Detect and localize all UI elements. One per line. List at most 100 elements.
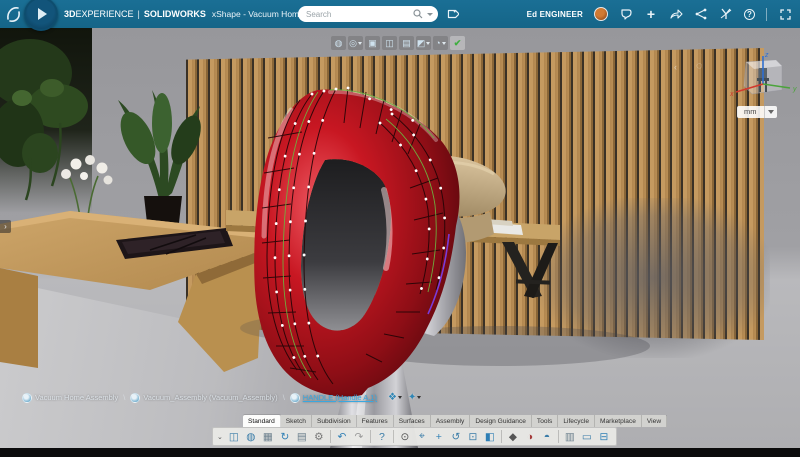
chevron-down-icon[interactable] bbox=[417, 396, 421, 399]
tab-standard[interactable]: Standard bbox=[243, 415, 281, 427]
share-icon[interactable] bbox=[669, 7, 683, 21]
navigation-breadcrumb: Vacuum Home Assembly \ Vacuum_Assembly (Va… bbox=[22, 392, 421, 403]
view-compass-icon[interactable]: ◎ bbox=[348, 36, 363, 50]
toolbar-separator bbox=[370, 430, 371, 443]
units-caret-icon[interactable] bbox=[764, 106, 777, 118]
chevron-down-icon[interactable] bbox=[442, 42, 446, 45]
turntable-button[interactable]: ◓ bbox=[539, 429, 555, 445]
add-icon[interactable]: + bbox=[644, 7, 658, 21]
zoom-button[interactable]: ⌖ bbox=[414, 429, 430, 445]
top-bar: 3DEXPERIENCE | SOLIDWORKS xShape - Vacuu… bbox=[0, 0, 800, 28]
fullscreen-icon[interactable] bbox=[778, 7, 792, 21]
redo-button[interactable]: ↷ bbox=[351, 429, 367, 445]
user-name[interactable]: Ed ENGINEER bbox=[527, 10, 583, 19]
zoom-area-button[interactable]: ⊡ bbox=[465, 429, 481, 445]
action-bar-tabs: StandardSketchSubdivisionFeaturesSurface… bbox=[243, 415, 667, 427]
tab-subdivision[interactable]: Subdivision bbox=[312, 415, 357, 427]
part-icon bbox=[290, 393, 300, 403]
application-window: 3DEXPERIENCE | SOLIDWORKS xShape - Vacuu… bbox=[0, 0, 800, 457]
viewport-toolbar: ◍◎▣◫▤◩◔✔ bbox=[331, 36, 465, 50]
avatar[interactable] bbox=[594, 7, 608, 21]
capture-icon[interactable]: ▣ bbox=[365, 36, 380, 50]
units-dropdown[interactable]: mm bbox=[737, 106, 777, 118]
options-button[interactable]: ⚙ bbox=[311, 429, 327, 445]
tab-assembly[interactable]: Assembly bbox=[431, 415, 471, 427]
rotate-button[interactable]: ↺ bbox=[448, 429, 464, 445]
scene-desk bbox=[0, 211, 263, 372]
3d-viewport[interactable]: ◍◎▣◫▤◩◔✔ ‹ ◌ x y z mm › Vacuum Home Asse… bbox=[0, 28, 800, 448]
share-button[interactable]: ◫ bbox=[226, 429, 242, 445]
breadcrumb-item[interactable]: HANDLE (Handle A.1) bbox=[290, 393, 377, 403]
breadcrumb-label[interactable]: Vacuum Home Assembly bbox=[35, 393, 118, 402]
tab-features[interactable]: Features bbox=[357, 415, 394, 427]
notifications-icon[interactable] bbox=[619, 7, 633, 21]
part-icon bbox=[22, 393, 32, 403]
part-icon bbox=[130, 393, 140, 403]
isometric-view-button[interactable]: ◧ bbox=[482, 429, 498, 445]
paste-button[interactable]: ▤ bbox=[294, 429, 310, 445]
undo-button[interactable]: ↶ bbox=[334, 429, 350, 445]
search-options-icon[interactable] bbox=[427, 13, 433, 16]
breadcrumb-label[interactable]: Vacuum_Assembly (Vacuum_Assembly) bbox=[143, 393, 277, 402]
breadcrumb-separator: \ bbox=[123, 393, 125, 402]
cursor-mode-icon[interactable]: ◩ bbox=[416, 36, 431, 50]
window-bottom-edge bbox=[0, 448, 800, 457]
action-bar-tools: ⌄ ◫◍▦↻▤⚙ ↶↷? ⊙⌖+↺⊡◧ ◆◑◓ ▥▭⊟ bbox=[212, 427, 617, 446]
window-select-button[interactable]: ▭ bbox=[579, 429, 595, 445]
axis-z-label: z bbox=[764, 52, 769, 59]
units-value[interactable]: mm bbox=[737, 106, 764, 118]
select-sphere-button[interactable]: ◆ bbox=[505, 429, 521, 445]
toolbar-separator bbox=[501, 430, 502, 443]
tab-surfaces[interactable]: Surfaces bbox=[394, 415, 431, 427]
catalog-button[interactable]: ▥ bbox=[562, 429, 578, 445]
chevron-down-icon[interactable] bbox=[398, 396, 402, 399]
tab-lifecycle[interactable]: Lifecycle bbox=[558, 415, 595, 427]
help-icon[interactable]: ? bbox=[744, 9, 755, 20]
collaborate-icon[interactable] bbox=[694, 7, 708, 21]
breadcrumb-item[interactable]: Vacuum Home Assembly bbox=[22, 393, 118, 403]
lock-button[interactable]: ⊙ bbox=[397, 429, 413, 445]
expand-side-panel-button[interactable]: › bbox=[0, 220, 11, 233]
environment-icon[interactable]: ◔ bbox=[433, 36, 448, 50]
toolbar-collapse-icon[interactable]: ⌄ bbox=[217, 433, 223, 441]
world-button[interactable]: ◍ bbox=[243, 429, 259, 445]
help-button[interactable]: ? bbox=[374, 429, 390, 445]
view-triad[interactable]: x y z bbox=[724, 50, 800, 112]
search-icon[interactable] bbox=[413, 9, 423, 19]
collapse-panel-icon[interactable]: ‹ bbox=[674, 62, 677, 72]
tab-sketch[interactable]: Sketch bbox=[281, 415, 312, 427]
robot-assistant-tool-icon[interactable]: ✦ bbox=[408, 392, 421, 403]
scene-potted-plant bbox=[113, 90, 206, 233]
export-view-icon[interactable]: ▤ bbox=[399, 36, 414, 50]
snap-icon[interactable]: ◫ bbox=[382, 36, 397, 50]
search-box[interactable] bbox=[298, 6, 438, 22]
tag-icon[interactable] bbox=[446, 8, 459, 21]
breadcrumb-label[interactable]: HANDLE (Handle A.1) bbox=[303, 393, 377, 402]
validate-icon[interactable]: ✔ bbox=[450, 36, 465, 50]
multi-screen-button[interactable]: ⊟ bbox=[596, 429, 612, 445]
scene-hanging-plants bbox=[0, 39, 88, 200]
refresh-button[interactable]: ↻ bbox=[277, 429, 293, 445]
compass-menu-button[interactable] bbox=[24, 0, 58, 31]
3ds-logo-icon bbox=[6, 4, 22, 24]
chevron-down-icon[interactable] bbox=[426, 42, 430, 45]
save-button[interactable]: ▦ bbox=[260, 429, 276, 445]
tab-marketplace[interactable]: Marketplace bbox=[595, 415, 642, 427]
assistant-icon[interactable] bbox=[719, 7, 733, 21]
tab-view[interactable]: View bbox=[642, 415, 667, 427]
tab-design-guidance[interactable]: Design Guidance bbox=[470, 415, 532, 427]
compass-mini-icon[interactable]: ◌ bbox=[696, 60, 703, 72]
breadcrumb-item[interactable]: Vacuum_Assembly (Vacuum_Assembly) bbox=[130, 393, 277, 403]
pan-button[interactable]: + bbox=[431, 429, 447, 445]
toolbar-separator bbox=[330, 430, 331, 443]
chevron-down-icon[interactable] bbox=[358, 42, 362, 45]
section-button[interactable]: ◑ bbox=[522, 429, 538, 445]
scene-graphics bbox=[0, 28, 800, 448]
tab-tools[interactable]: Tools bbox=[532, 415, 558, 427]
breadcrumb-separator: \ bbox=[283, 393, 285, 402]
search-input[interactable] bbox=[306, 10, 413, 19]
axis-y-label: y bbox=[792, 86, 797, 93]
render-style-icon[interactable]: ◍ bbox=[331, 36, 346, 50]
select-history-tool-icon[interactable]: ❖ bbox=[388, 392, 402, 403]
toolbar-separator bbox=[393, 430, 394, 443]
